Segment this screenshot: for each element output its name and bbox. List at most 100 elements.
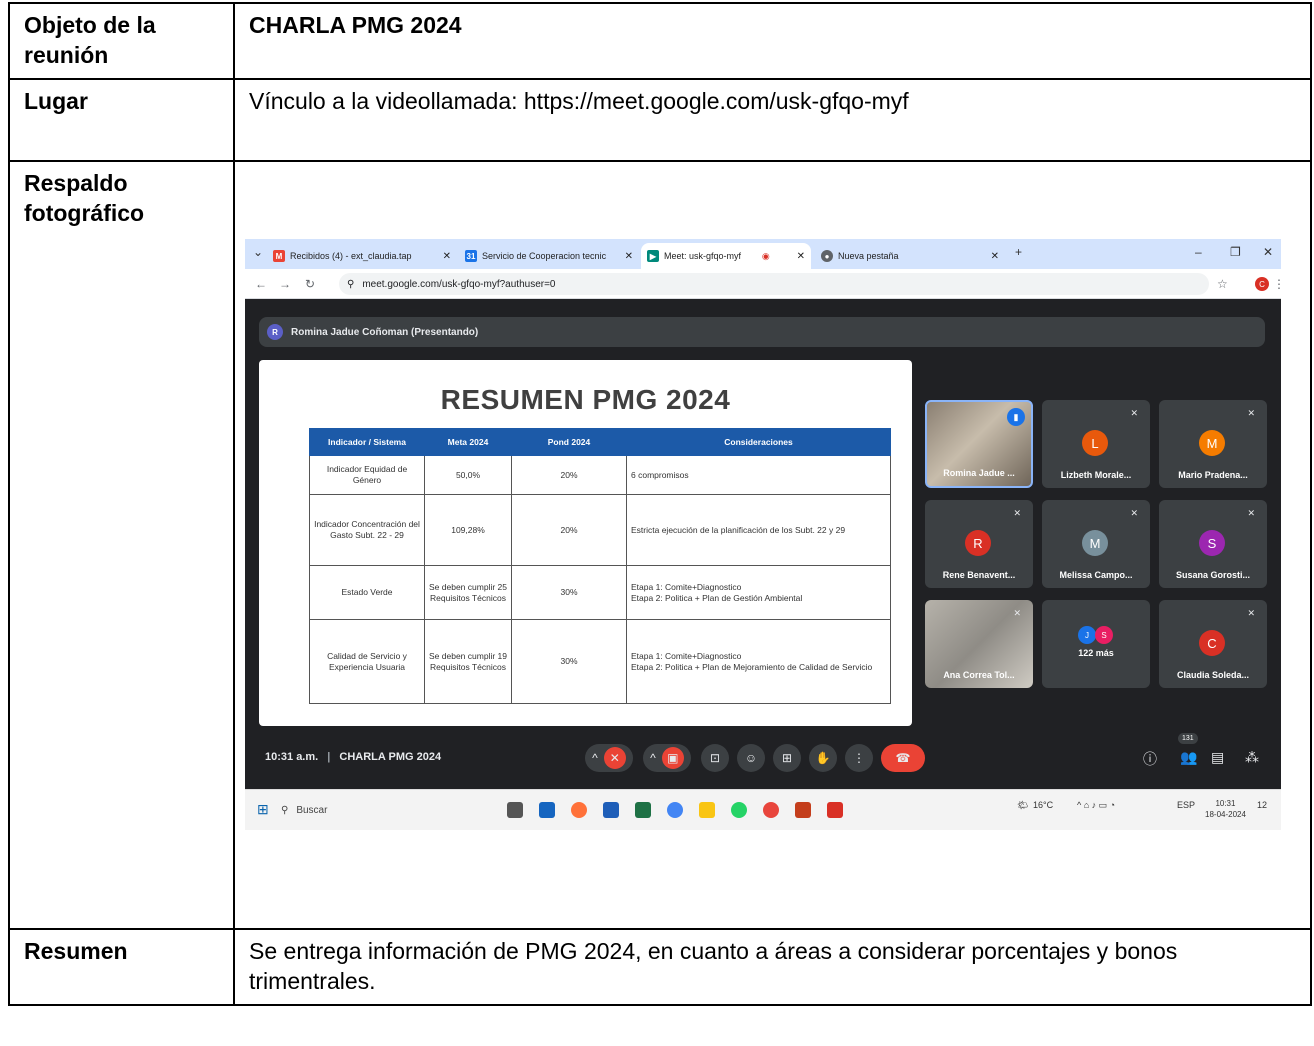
table-row: Estado Verde Se deben cumplir 25 Requisi… xyxy=(309,565,891,620)
url-field[interactable]: ⚲ meet.google.com/usk-gfqo-myf?authuser=… xyxy=(339,273,1209,295)
resumen-value: Se entrega información de PMG 2024, en c… xyxy=(233,928,1312,1006)
avatar: S xyxy=(1095,626,1113,644)
calendar-icon: 31 xyxy=(465,250,477,262)
mic-toggle[interactable]: ^ ✕ xyxy=(585,744,633,772)
taskbar-search[interactable]: ⚲ Buscar xyxy=(281,799,461,821)
menu-icon[interactable]: ⋮ xyxy=(1273,277,1281,291)
cell-consideraciones: Estricta ejecución de la planificación d… xyxy=(626,494,891,566)
captions-button[interactable]: ⊡ xyxy=(701,744,729,772)
mic-off-icon: ✕ xyxy=(1130,408,1138,418)
tab-list-icon[interactable]: ⌄ xyxy=(253,245,263,259)
reload-icon[interactable]: ↻ xyxy=(305,277,315,291)
slide-table-header: Indicador / Sistema Meta 2024 Pond 2024 … xyxy=(309,428,891,456)
lugar-label: Lugar xyxy=(8,78,235,162)
forward-icon[interactable]: → xyxy=(279,277,291,291)
slide-table: Indicador / Sistema Meta 2024 Pond 2024 … xyxy=(309,428,891,704)
close-icon[interactable]: ✕ xyxy=(619,251,633,262)
back-icon[interactable]: ← xyxy=(255,277,267,291)
participant-tile[interactable]: ✕ M Mario Pradena... xyxy=(1159,400,1267,488)
row-objeto: Objeto de la reunión CHARLA PMG 2024 xyxy=(8,2,1312,80)
chrome-icon[interactable] xyxy=(667,802,683,818)
chevron-up-icon[interactable]: ^ xyxy=(592,751,598,765)
mic-off-icon: ✕ xyxy=(1247,408,1255,418)
cell-meta: Se deben cumplir 19 Requisitos Técnicos xyxy=(424,619,512,704)
language-indicator[interactable]: ESP xyxy=(1177,800,1195,810)
chrome-icon[interactable] xyxy=(763,802,779,818)
more-participants-tile[interactable]: J S 122 más xyxy=(1042,600,1150,688)
present-button[interactable]: ⊞ xyxy=(773,744,801,772)
more-options-button[interactable]: ⋮ xyxy=(845,744,873,772)
minimize-icon[interactable]: – xyxy=(1195,245,1202,259)
profile-avatar[interactable]: C xyxy=(1255,277,1269,291)
avatar: C xyxy=(1199,630,1225,656)
info-icon[interactable]: ⓘ xyxy=(1143,749,1157,769)
cell-consideraciones: Etapa 1: Comite+Diagnostico Etapa 2: Pol… xyxy=(626,619,891,704)
activities-icon[interactable]: ⁂ xyxy=(1245,749,1259,766)
tab-meet[interactable]: ▶ Meet: usk-gfqo-myf ◉ ✕ xyxy=(641,243,811,269)
close-icon[interactable]: ✕ xyxy=(985,251,999,262)
participant-tile[interactable]: ✕ S Susana Gorosti... xyxy=(1159,500,1267,588)
participant-name: Susana Gorosti... xyxy=(1175,570,1251,580)
taskbar-clock[interactable]: 10:31 18-04-2024 xyxy=(1205,798,1246,820)
leave-call-button[interactable]: ☎ xyxy=(881,744,925,772)
avatar: J xyxy=(1078,626,1096,644)
participant-tile[interactable]: ✕ R Rene Benavent... xyxy=(925,500,1033,588)
close-icon[interactable]: ✕ xyxy=(791,251,805,262)
mic-off-icon[interactable]: ✕ xyxy=(603,747,626,769)
windows-taskbar: ⊞ ⚲ Buscar 🌤 16°C ^ ⌂ ♪ ▭ ◔ ESP 10:31 18… xyxy=(245,789,1281,830)
participant-tile[interactable]: ▮ Romina Jadue ... xyxy=(925,400,1033,488)
presentation-slide: RESUMEN PMG 2024 Indicador / Sistema Met… xyxy=(259,360,912,726)
tab-gmail[interactable]: M Recibidos (4) - ext_claudia.tap ✕ xyxy=(267,243,457,269)
participant-tile[interactable]: ✕ Ana Correa Tol... xyxy=(925,600,1033,688)
meet-screenshot: ⌄ M Recibidos (4) - ext_claudia.tap ✕ 31… xyxy=(245,239,1281,830)
site-info-icon[interactable]: ⚲ xyxy=(347,279,354,290)
chevron-up-icon[interactable]: ^ xyxy=(650,751,656,765)
emoji-button[interactable]: ☺ xyxy=(737,744,765,772)
weather-icon[interactable]: 🌤 xyxy=(1017,800,1028,811)
window-close-icon[interactable]: ✕ xyxy=(1263,245,1273,259)
tab-label: Nueva pestaña xyxy=(838,251,899,261)
new-tab-icon[interactable]: + xyxy=(1015,245,1022,259)
participant-tile[interactable]: ✕ L Lizbeth Morale... xyxy=(1042,400,1150,488)
close-icon[interactable]: ✕ xyxy=(437,251,451,262)
column-header: Meta 2024 xyxy=(424,428,512,456)
app-icon[interactable] xyxy=(539,802,555,818)
row-lugar: Lugar Vínculo a la videollamada: https:/… xyxy=(8,78,1312,162)
participant-tile[interactable]: ✕ C Claudia Soleda... xyxy=(1159,600,1267,688)
system-tray-icons[interactable]: ^ ⌂ ♪ ▭ ◔ xyxy=(1077,800,1115,811)
url-text: meet.google.com/usk-gfqo-myf?authuser=0 xyxy=(362,278,556,290)
firefox-icon[interactable] xyxy=(571,802,587,818)
cell-indicador: Estado Verde xyxy=(309,565,425,620)
whatsapp-icon[interactable] xyxy=(731,802,747,818)
tab-label: Recibidos (4) - ext_claudia.tap xyxy=(290,251,412,261)
pdf-icon[interactable] xyxy=(827,802,843,818)
camera-off-icon[interactable]: ▣ xyxy=(661,747,684,769)
present-icon: ⊞ xyxy=(781,751,793,765)
people-icon[interactable]: 👥 xyxy=(1180,749,1197,766)
excel-icon[interactable] xyxy=(635,802,651,818)
chrome-icon: ● xyxy=(821,250,833,262)
participant-name: Mario Pradena... xyxy=(1178,470,1248,480)
restore-icon[interactable]: ❐ xyxy=(1230,245,1241,259)
mic-off-icon: ✕ xyxy=(1247,508,1255,518)
chat-icon[interactable]: ▤ xyxy=(1211,749,1224,766)
tab-nueva[interactable]: ● Nueva pestaña ✕ xyxy=(815,243,1005,269)
windows-start-icon[interactable]: ⊞ xyxy=(257,801,269,818)
participant-tile[interactable]: ✕ M Melissa Campo... xyxy=(1042,500,1150,588)
phone-hangup-icon: ☎ xyxy=(895,751,911,765)
meeting-info: 10:31 a.m. | CHARLA PMG 2024 xyxy=(265,751,442,763)
camera-toggle[interactable]: ^ ▣ xyxy=(643,744,691,772)
address-bar: ← → ↻ ⚲ meet.google.com/usk-gfqo-myf?aut… xyxy=(245,269,1281,299)
raise-hand-button[interactable]: ✋ xyxy=(809,744,837,772)
column-header: Indicador / Sistema xyxy=(309,428,425,456)
star-icon[interactable]: ☆ xyxy=(1217,277,1228,291)
tab-servicio[interactable]: 31 Servicio de Cooperacion tecnic ✕ xyxy=(459,243,639,269)
task-view-icon[interactable] xyxy=(507,802,523,818)
hand-icon: ✋ xyxy=(815,751,831,765)
notification-badge[interactable]: 12 xyxy=(1257,800,1267,810)
folder-icon[interactable] xyxy=(699,802,715,818)
cell-meta: 109,28% xyxy=(424,494,512,566)
word-icon[interactable] xyxy=(603,802,619,818)
powerpoint-icon[interactable] xyxy=(795,802,811,818)
participant-name: 122 más xyxy=(1078,648,1114,658)
